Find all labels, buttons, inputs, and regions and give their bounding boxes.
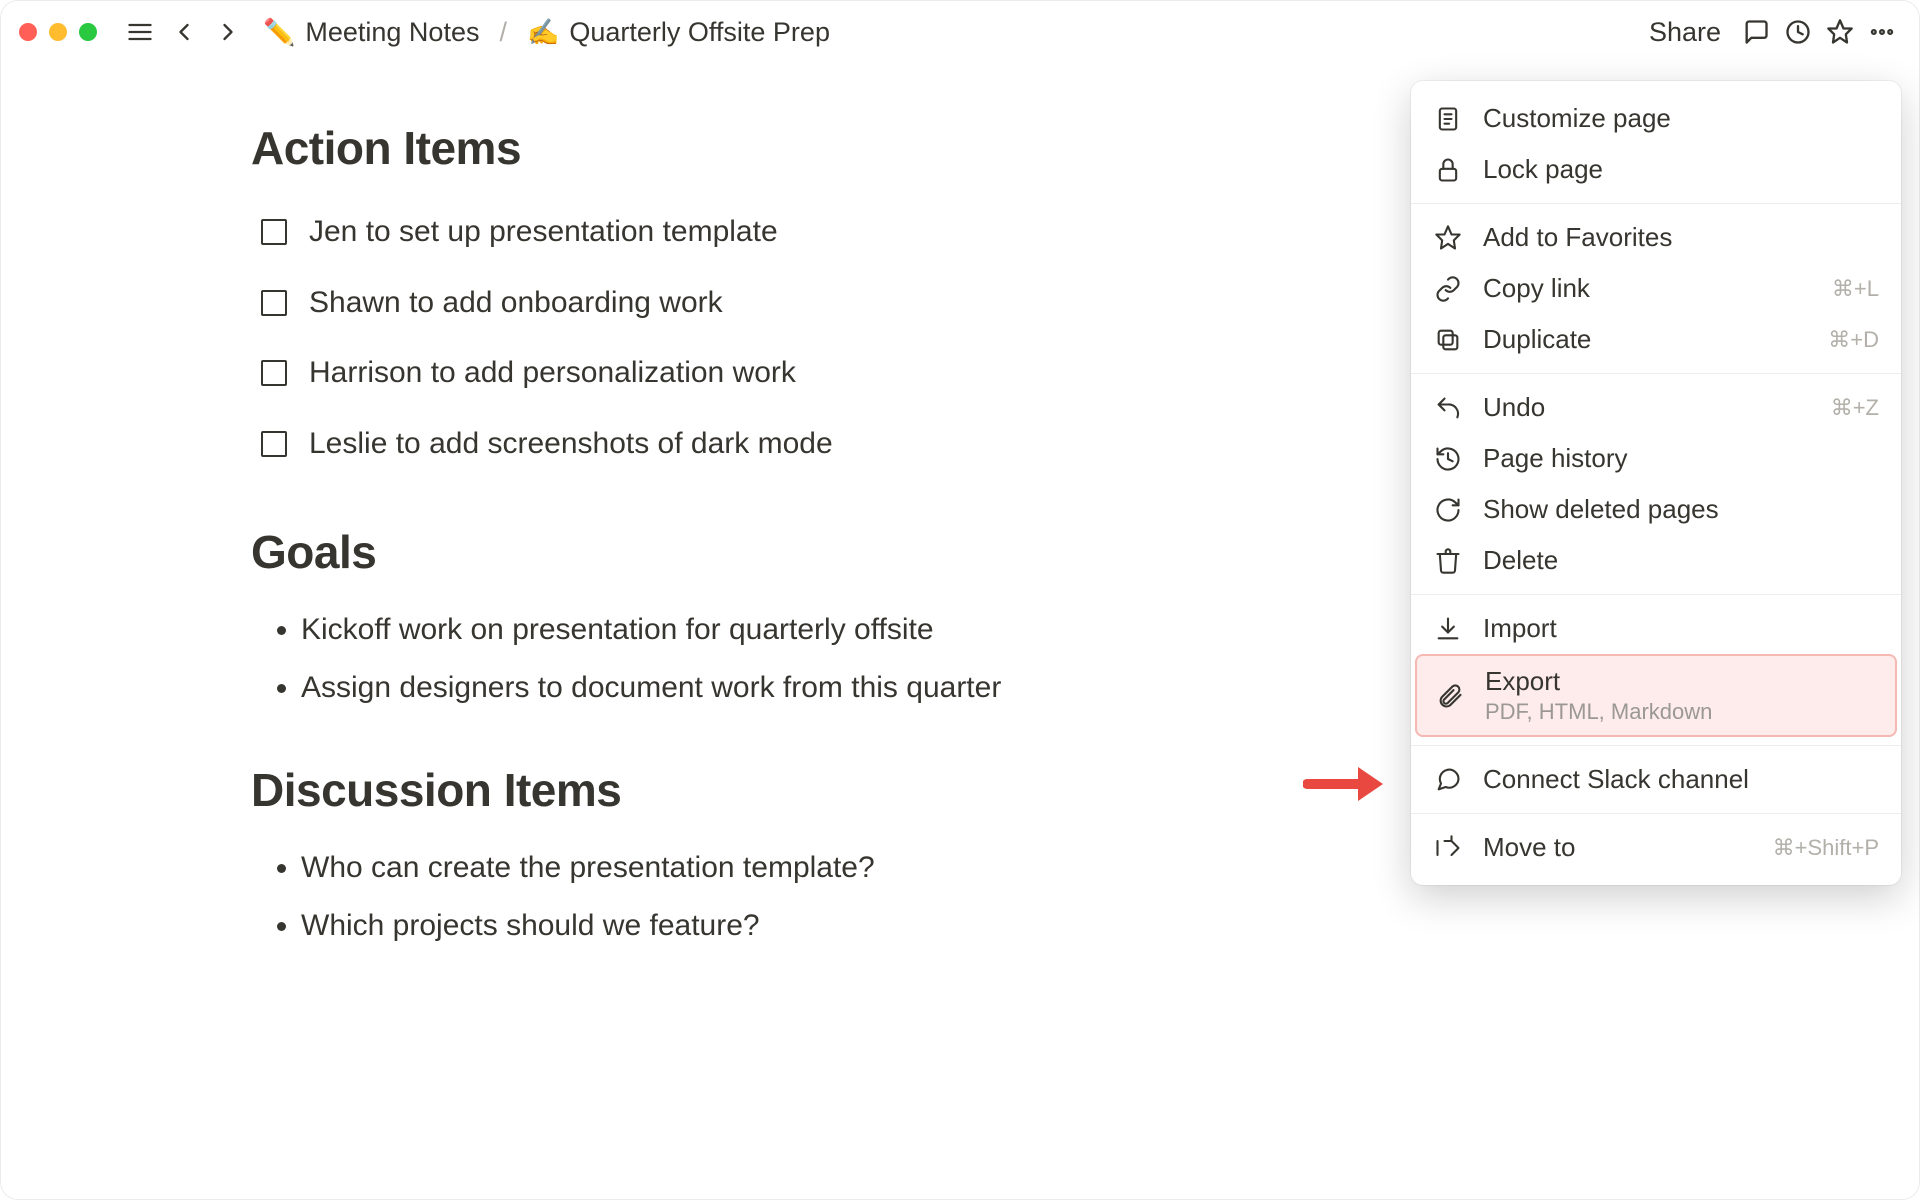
menu-connect-slack[interactable]: Connect Slack channel (1411, 754, 1901, 805)
refresh-icon (1433, 495, 1463, 525)
checkbox-icon[interactable] (261, 219, 287, 245)
star-icon (1433, 223, 1463, 253)
sidebar-toggle-icon[interactable] (121, 13, 159, 51)
menu-shortcut: ⌘+Z (1831, 395, 1879, 421)
menu-label: Undo (1483, 392, 1811, 423)
menu-undo[interactable]: Undo ⌘+Z (1411, 382, 1901, 433)
breadcrumb: ✏️ Meeting Notes / ✍️ Quarterly Offsite … (257, 13, 836, 52)
breadcrumb-parent-label: Meeting Notes (305, 17, 479, 48)
todo-text[interactable]: Shawn to add onboarding work (309, 280, 723, 327)
menu-import[interactable]: Import (1411, 603, 1901, 654)
menu-export-label: Export (1485, 666, 1560, 696)
checkbox-icon[interactable] (261, 431, 287, 457)
checkbox-icon[interactable] (261, 290, 287, 316)
menu-export-sub: PDF, HTML, Markdown (1485, 699, 1877, 725)
menu-add-favorites[interactable]: Add to Favorites (1411, 212, 1901, 263)
list-item[interactable]: Who can create the presentation template… (301, 839, 1301, 897)
menu-label: Duplicate (1483, 324, 1808, 355)
heading-goals[interactable]: Goals (251, 525, 1301, 579)
undo-icon (1433, 393, 1463, 423)
menu-label: Show deleted pages (1483, 494, 1879, 525)
menu-label: Page history (1483, 443, 1879, 474)
history-icon (1433, 444, 1463, 474)
share-button[interactable]: Share (1639, 13, 1731, 52)
paperclip-icon (1435, 681, 1465, 711)
todo-text[interactable]: Jen to set up presentation template (309, 209, 778, 256)
link-icon (1433, 274, 1463, 304)
menu-shortcut: ⌘+D (1828, 327, 1879, 353)
menu-copy-link[interactable]: Copy link ⌘+L (1411, 263, 1901, 314)
top-toolbar: ✏️ Meeting Notes / ✍️ Quarterly Offsite … (1, 1, 1919, 63)
chat-icon (1433, 765, 1463, 795)
menu-lock-page[interactable]: Lock page (1411, 144, 1901, 195)
comments-icon[interactable] (1737, 13, 1775, 51)
menu-move-to[interactable]: Move to ⌘+Shift+P (1411, 822, 1901, 873)
goals-list: Kickoff work on presentation for quarter… (251, 601, 1301, 717)
menu-divider (1411, 594, 1901, 595)
annotation-arrow-icon (1303, 759, 1383, 809)
menu-shortcut: ⌘+Shift+P (1773, 835, 1879, 861)
window-traffic-lights (19, 23, 97, 41)
menu-show-deleted[interactable]: Show deleted pages (1411, 484, 1901, 535)
window-close-dot[interactable] (19, 23, 37, 41)
updates-clock-icon[interactable] (1779, 13, 1817, 51)
favorite-star-icon[interactable] (1821, 13, 1859, 51)
checkbox-icon[interactable] (261, 360, 287, 386)
menu-label: Copy link (1483, 273, 1812, 304)
menu-label: Import (1483, 613, 1879, 644)
todo-item[interactable]: Jen to set up presentation template (251, 197, 1301, 268)
nav-forward-icon[interactable] (209, 13, 247, 51)
todo-item[interactable]: Shawn to add onboarding work (251, 268, 1301, 339)
move-arrow-icon (1433, 833, 1463, 863)
todo-item[interactable]: Leslie to add screenshots of dark mode (251, 409, 1301, 480)
page-icon (1433, 104, 1463, 134)
more-menu-icon[interactable] (1863, 13, 1901, 51)
menu-label: Move to (1483, 832, 1753, 863)
todo-text[interactable]: Harrison to add personalization work (309, 350, 796, 397)
menu-shortcut: ⌘+L (1832, 276, 1879, 302)
menu-divider (1411, 813, 1901, 814)
page-actions-menu: Customize page Lock page Add to Favorite… (1411, 81, 1901, 885)
list-item[interactable]: Which projects should we feature? (301, 897, 1301, 955)
menu-label: Delete (1483, 545, 1879, 576)
nav-back-icon[interactable] (165, 13, 203, 51)
breadcrumb-current-label: Quarterly Offsite Prep (569, 17, 830, 48)
menu-duplicate[interactable]: Duplicate ⌘+D (1411, 314, 1901, 365)
menu-divider (1411, 373, 1901, 374)
menu-label: Add to Favorites (1483, 222, 1879, 253)
lock-icon (1433, 155, 1463, 185)
todo-item[interactable]: Harrison to add personalization work (251, 338, 1301, 409)
duplicate-icon (1433, 325, 1463, 355)
menu-divider (1411, 203, 1901, 204)
heading-action-items[interactable]: Action Items (251, 121, 1301, 175)
document-body: Action Items Jen to set up presentation … (1, 63, 1301, 955)
menu-label: Lock page (1483, 154, 1879, 185)
breadcrumb-current[interactable]: ✍️ Quarterly Offsite Prep (521, 13, 836, 52)
breadcrumb-separator: / (495, 17, 511, 48)
menu-customize-page[interactable]: Customize page (1411, 93, 1901, 144)
menu-divider (1411, 745, 1901, 746)
pencil-icon: ✏️ (263, 17, 295, 48)
breadcrumb-parent[interactable]: ✏️ Meeting Notes (257, 13, 485, 52)
window-zoom-dot[interactable] (79, 23, 97, 41)
todo-text[interactable]: Leslie to add screenshots of dark mode (309, 421, 833, 468)
menu-export[interactable]: Export PDF, HTML, Markdown (1415, 654, 1897, 737)
trash-icon (1433, 546, 1463, 576)
menu-label: Customize page (1483, 103, 1879, 134)
window-minimize-dot[interactable] (49, 23, 67, 41)
download-icon (1433, 614, 1463, 644)
menu-label: Export PDF, HTML, Markdown (1485, 666, 1877, 725)
writing-hand-icon: ✍️ (527, 17, 559, 48)
menu-label: Connect Slack channel (1483, 764, 1879, 795)
list-item[interactable]: Assign designers to document work from t… (301, 659, 1301, 717)
menu-page-history[interactable]: Page history (1411, 433, 1901, 484)
list-item[interactable]: Kickoff work on presentation for quarter… (301, 601, 1301, 659)
menu-delete[interactable]: Delete (1411, 535, 1901, 586)
discussion-list: Who can create the presentation template… (251, 839, 1301, 955)
heading-discussion-items[interactable]: Discussion Items (251, 763, 1301, 817)
